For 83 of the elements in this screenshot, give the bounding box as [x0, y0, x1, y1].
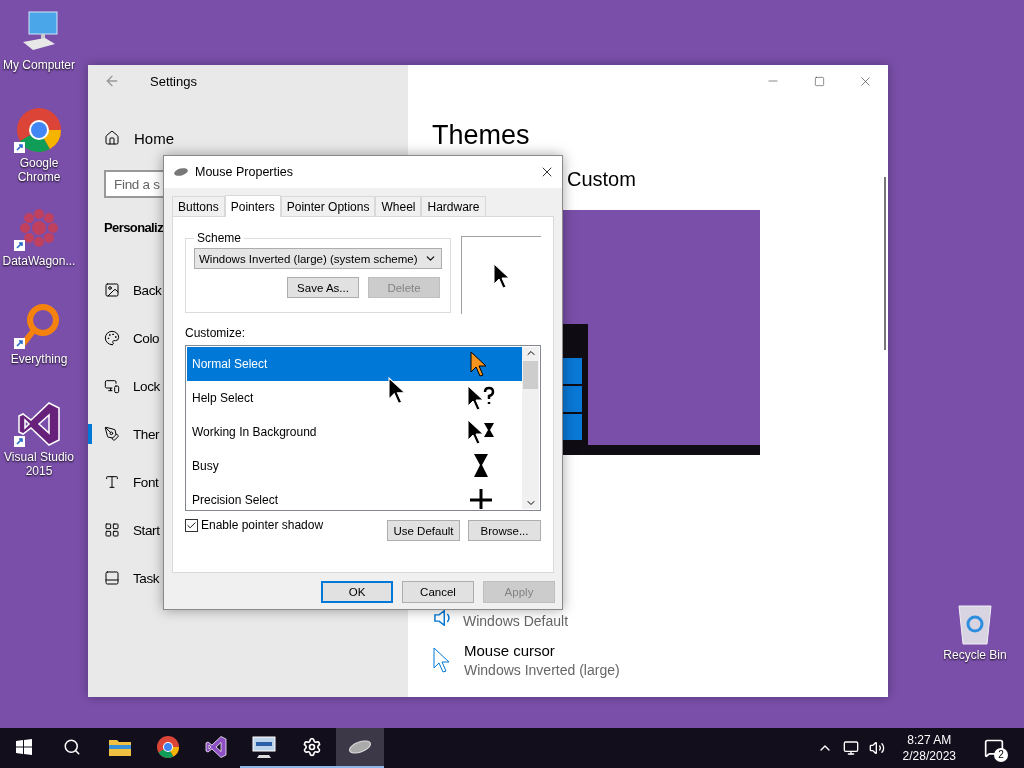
cursor-name: Busy [192, 459, 219, 473]
image-icon [104, 282, 120, 298]
shortcut-arrow-icon [14, 240, 25, 251]
shortcut-arrow-icon [14, 338, 25, 349]
arrow-cursor-icon [492, 262, 511, 289]
nav-item[interactable]: Back [133, 282, 162, 298]
scrollbar-thumb[interactable] [523, 361, 538, 389]
home-link[interactable]: Home [134, 129, 174, 147]
message-icon [984, 738, 1004, 758]
dialog-title: Mouse Properties [195, 165, 294, 179]
current-theme-label: Custom [567, 167, 637, 191]
dialog-button[interactable]: Save As... [287, 277, 359, 298]
visual-studio-icon [15, 400, 63, 448]
dialog-button[interactable]: Cancel [402, 581, 474, 603]
cursor-icon [432, 647, 452, 673]
desktop-icon-label[interactable]: Google Chrome [0, 156, 78, 184]
tab[interactable]: Pointer Options [280, 196, 376, 216]
cursor-name: Working In Background [192, 425, 317, 439]
cursor-name: Normal Select [192, 357, 268, 371]
tab[interactable]: Pointers [224, 195, 281, 217]
nav-item[interactable]: Colo [133, 330, 160, 346]
desktop-icon-label[interactable]: Visual Studio 2015 [0, 450, 78, 478]
mouse-icon [347, 739, 373, 755]
clock-time[interactable]: 8:27 AM [907, 732, 952, 748]
notifications-button[interactable]: 2 [974, 728, 1014, 768]
settings-icon [302, 737, 322, 757]
nav-item[interactable]: Start [133, 522, 160, 538]
palette-icon [104, 330, 120, 346]
clock-date[interactable]: 2/28/2023 [902, 748, 956, 764]
windows-logo-icon [16, 739, 32, 755]
list-row[interactable]: Normal Select [187, 347, 522, 381]
option-title[interactable]: Mouse cursor [464, 641, 620, 661]
dialog-button[interactable]: OK [321, 581, 393, 603]
dialog-button[interactable]: Use Default [387, 520, 460, 541]
desktop-icon-label[interactable]: Recycle Bin [943, 648, 1007, 662]
folder-icon [108, 737, 132, 757]
maximize-icon [813, 75, 825, 87]
volume-icon[interactable] [868, 740, 885, 756]
mouse-icon [173, 167, 189, 177]
dialog-button[interactable]: Browse... [468, 520, 541, 541]
speaker-icon [434, 610, 451, 626]
taskbar-icon [104, 570, 120, 586]
font-icon [104, 474, 120, 490]
section-heading: Personaliz [104, 220, 164, 237]
page-heading: Themes [432, 119, 531, 151]
nav-item[interactable]: Font [133, 474, 159, 490]
scrollbar[interactable] [522, 347, 539, 509]
cursor-name: Precision Select [192, 493, 279, 507]
nav-item[interactable]: Ther [133, 426, 160, 442]
grid-icon [104, 522, 120, 538]
scheme-dropdown[interactable]: Windows Inverted (large) (system scheme) [194, 248, 442, 269]
option-subtitle: Windows Default [463, 612, 569, 630]
desktop-icon-label[interactable]: My Computer [3, 58, 75, 72]
screen-icon [104, 378, 120, 394]
tab[interactable]: Buttons [172, 196, 225, 216]
shortcut-arrow-icon [14, 436, 25, 447]
customize-label: Customize: [185, 326, 247, 340]
chrome-icon [15, 106, 63, 154]
option-subtitle: Windows Inverted (large) [464, 661, 620, 679]
cursor-name: Help Select [192, 391, 254, 405]
desktop-icon-label[interactable]: DataWagon... [2, 254, 76, 268]
tab[interactable]: Wheel [375, 196, 422, 216]
visual-studio-icon [204, 735, 228, 759]
taskbar-button[interactable] [336, 728, 384, 768]
checkbox[interactable] [185, 518, 198, 532]
pen-icon [104, 426, 120, 442]
computer-icon [251, 735, 277, 759]
group-label: Scheme [196, 231, 243, 245]
notification-count: 2 [994, 748, 1008, 762]
window-title: Settings [150, 73, 197, 89]
chrome-icon [156, 735, 180, 759]
nav-item[interactable]: Task [133, 570, 160, 586]
desktop-icon-label[interactable]: Everything [10, 352, 68, 366]
nav-item[interactable]: Lock [133, 378, 160, 394]
mouse-pointer-icon [388, 377, 406, 405]
scrollbar-thumb[interactable] [884, 177, 886, 350]
tab[interactable]: Hardware [421, 196, 486, 216]
search-icon [63, 738, 81, 756]
checkbox-label[interactable]: Enable pointer shadow [201, 518, 324, 532]
check-icon [186, 519, 197, 531]
network-icon[interactable] [842, 740, 859, 756]
home-icon [104, 130, 120, 146]
shortcut-arrow-icon [14, 142, 25, 153]
